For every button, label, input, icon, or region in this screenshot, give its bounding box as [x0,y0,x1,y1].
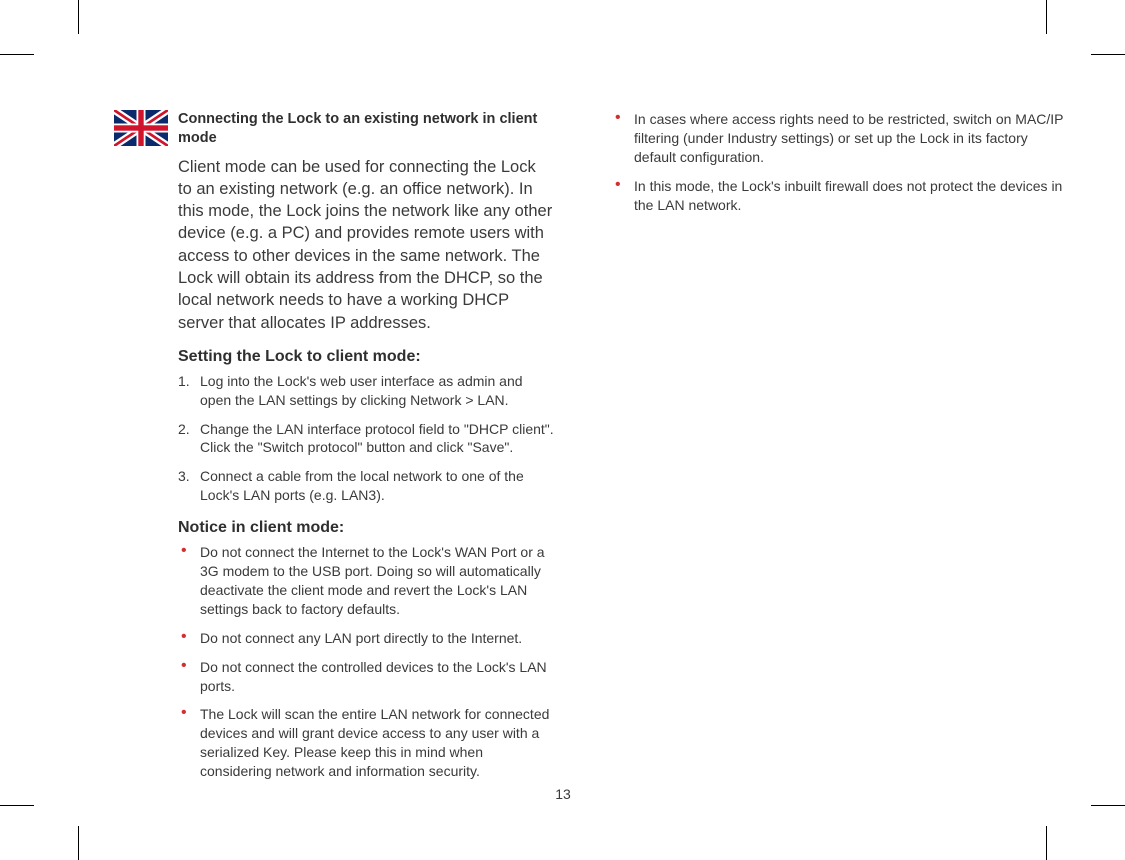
list-item: In cases where access rights need to be … [612,110,1072,167]
intro-paragraph: Client mode can be used for connecting t… [178,156,554,334]
crop-mark [1046,0,1047,34]
subheading-notice: Notice in client mode: [178,519,554,537]
crop-mark [0,54,34,55]
step-item: Log into the Lock's web user interface a… [178,372,554,410]
step-item: Connect a cable from the local network t… [178,467,554,505]
step-item: Change the LAN interface protocol field … [178,420,554,458]
notice-list-continued: In cases where access rights need to be … [612,110,1072,214]
section-title: Connecting the Lock to an existing netwo… [178,110,554,148]
crop-mark [78,0,79,34]
indented-content: Client mode can be used for connecting t… [178,156,554,781]
list-item: Do not connect any LAN port directly to … [178,629,554,648]
section-header: Connecting the Lock to an existing netwo… [114,110,554,148]
uk-flag-icon [114,110,168,146]
content-columns: Connecting the Lock to an existing netwo… [114,110,1044,791]
list-item: The Lock will scan the entire LAN networ… [178,705,554,781]
page-number: 13 [78,786,1048,802]
list-item: In this mode, the Lock's inbuilt firewal… [612,177,1072,215]
list-item: Do not connect the controlled devices to… [178,658,554,696]
column-right: In cases where access rights need to be … [612,110,1072,791]
column-left: Connecting the Lock to an existing netwo… [114,110,554,791]
crop-mark [1046,826,1047,860]
subheading-setting: Setting the Lock to client mode: [178,348,554,366]
crop-mark [1091,805,1125,806]
crop-mark [0,805,34,806]
notice-list: Do not connect the Internet to the Lock'… [178,543,554,781]
crop-mark [1091,54,1125,55]
page: Connecting the Lock to an existing netwo… [78,54,1048,806]
crop-mark [78,826,79,860]
list-item: Do not connect the Internet to the Lock'… [178,543,554,619]
steps-list: Log into the Lock's web user interface a… [178,372,554,505]
